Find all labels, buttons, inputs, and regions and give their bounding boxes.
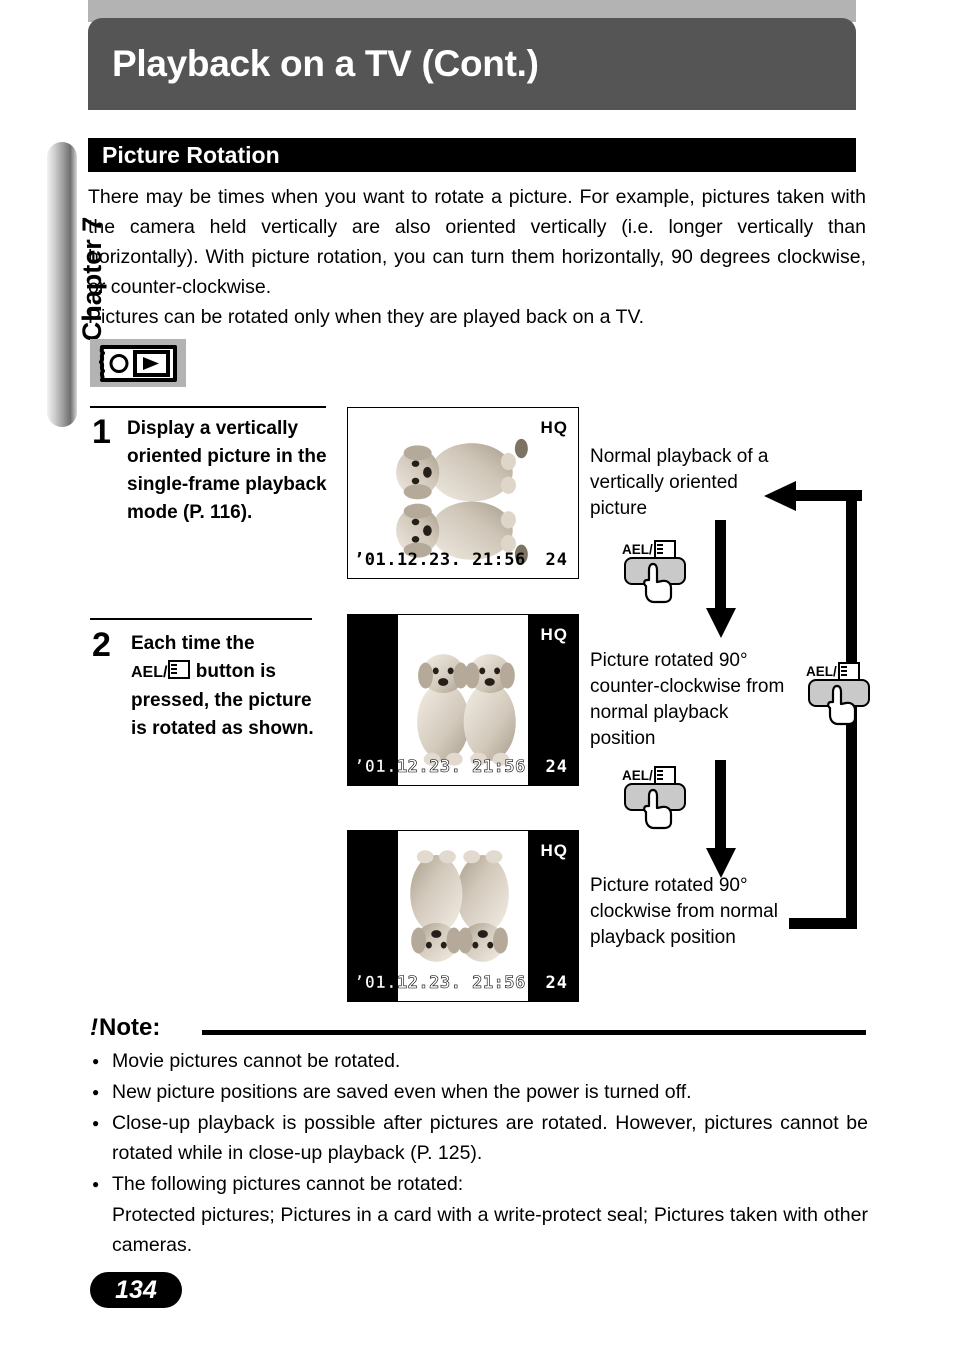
lcd-screen-3: HQ ’01.12.23. 21:56 24	[347, 830, 579, 1002]
intro-paragraph: There may be times when you want to rota…	[88, 182, 866, 332]
note-item-3: Close-up playback is possible after pict…	[90, 1108, 868, 1168]
step-1-divider	[90, 406, 326, 408]
exclamation-icon: !	[90, 1014, 98, 1041]
pointing-hand-icon	[827, 684, 857, 726]
note-divider	[202, 1030, 866, 1035]
flow-arrow-down-1	[706, 520, 736, 638]
lcd-1-quality: HQ	[540, 418, 568, 437]
note-label: Note:	[99, 1014, 161, 1041]
ael-button-3[interactable]: AEL/	[806, 662, 878, 726]
note-list: Movie pictures cannot be rotated. New pi…	[90, 1046, 868, 1260]
lcd-3-date: ’01.12.23. 21:56	[354, 973, 526, 994]
lcd-screen-2: HQ ’01.12.23. 21:56 24	[347, 614, 579, 786]
lcd-1-count: 24	[545, 550, 568, 570]
section-heading-bar: Picture Rotation	[88, 138, 856, 172]
page-number: 134	[115, 1275, 157, 1304]
annotation-rotated-cw: Picture rotated 90° clockwise from norma…	[590, 875, 778, 948]
step-2-button-label: AEL/	[131, 664, 168, 681]
chapter-tab: Chapter 7	[47, 142, 107, 427]
pointing-hand-icon	[643, 788, 673, 830]
playback-mode-dial-icon	[90, 339, 186, 387]
lcd-2-date: ’01.12.23. 21:56	[354, 757, 526, 778]
flow-arrow-down-2	[706, 760, 736, 878]
page-title: Playback on a TV (Cont.)	[112, 43, 539, 84]
ael-button-2[interactable]: AEL/	[622, 766, 694, 830]
note-sub-item: Protected pictures; Pictures in a card w…	[112, 1204, 868, 1256]
note-heading: ! Note:	[90, 1016, 160, 1040]
note-item-1: Movie pictures cannot be rotated.	[90, 1046, 868, 1076]
page-number-badge: 134	[90, 1272, 182, 1308]
lcd-3-count: 24	[545, 973, 568, 993]
lcd-1-date: ’01.12.23. 21:56	[354, 550, 526, 570]
mode-dial-glyph	[97, 344, 179, 382]
print-icon	[168, 660, 191, 679]
lcd-2-quality: HQ	[540, 625, 568, 644]
note-item-2: New picture positions are saved even whe…	[90, 1077, 868, 1107]
lcd-2-count: 24	[545, 757, 568, 777]
step-2-divider	[90, 618, 312, 620]
intro-line-1: There may be times when you want to rota…	[88, 186, 866, 298]
step-2-text-before: Each time the	[131, 633, 255, 654]
lcd-3-quality: HQ	[540, 841, 568, 860]
flow-arrow-left-return	[764, 481, 862, 511]
section-title: Picture Rotation	[102, 141, 280, 168]
note-item-4: The following pictures cannot be rotated…	[90, 1169, 868, 1199]
step-2-text: Each time the AEL/ button is pressed, th…	[131, 630, 331, 743]
step-1-number: 1	[92, 413, 111, 451]
step-2-number: 2	[92, 626, 111, 664]
manual-page: Playback on a TV (Cont.) Chapter 7 Pictu…	[0, 0, 954, 1346]
annotation-normal-playback: Normal playback of a vertically oriented…	[590, 446, 769, 519]
page-header: Playback on a TV (Cont.)	[88, 18, 856, 110]
lcd-screen-1: HQ ’01.12.23. 21:56 24	[347, 407, 579, 579]
annotation-rotated-ccw: Picture rotated 90° counter-clockwise fr…	[590, 650, 785, 749]
pointing-hand-icon	[643, 562, 673, 604]
ael-button-1[interactable]: AEL/	[622, 540, 694, 604]
intro-line-2: Pictures can be rotated only when they a…	[88, 306, 645, 328]
step-1-text: Display a vertically oriented picture in…	[127, 418, 327, 523]
